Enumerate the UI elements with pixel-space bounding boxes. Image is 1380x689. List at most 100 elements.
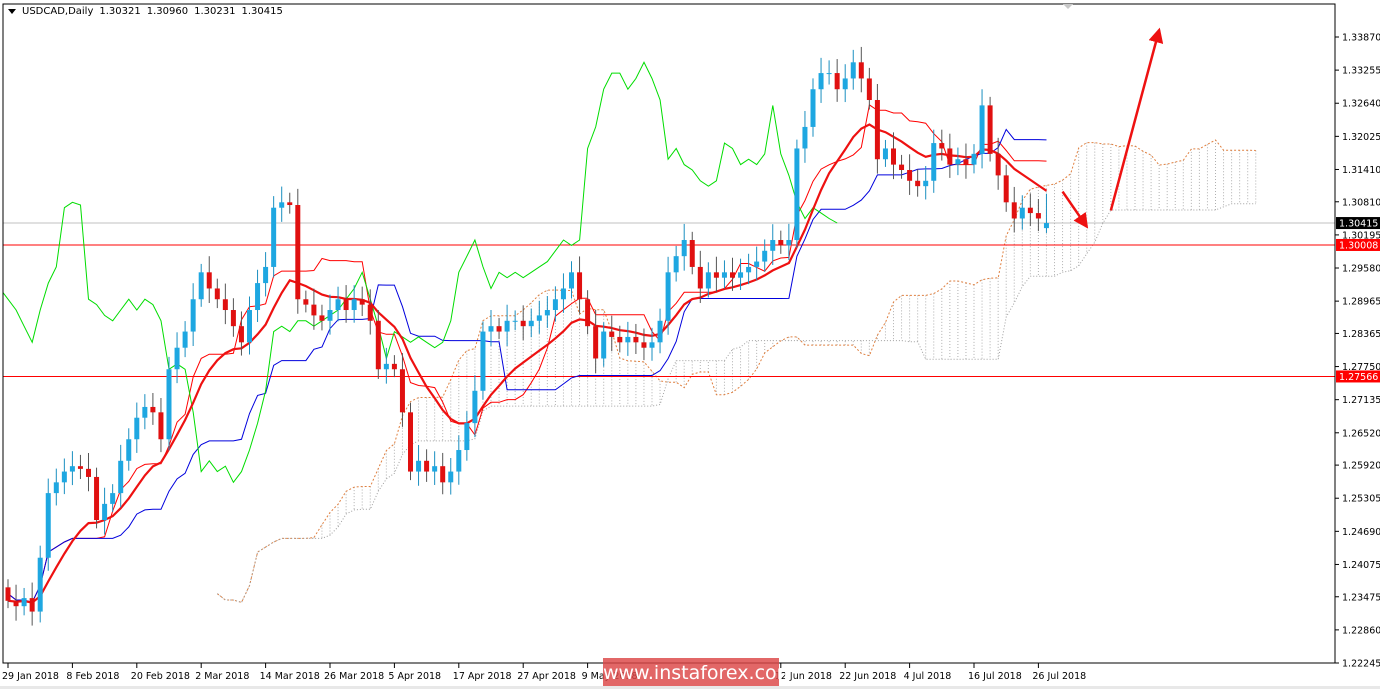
x-tick-label: 5 Apr 2018 — [388, 671, 441, 682]
candle-body — [713, 272, 719, 278]
symbol-label: USDCAD,Daily — [22, 6, 94, 17]
candle — [882, 139, 888, 167]
candle-body — [633, 336, 639, 343]
y-tick-label: 1.22245 — [1342, 659, 1380, 670]
candle — [271, 196, 277, 278]
candle — [166, 356, 172, 451]
candle-body — [794, 148, 800, 241]
candle — [802, 110, 808, 163]
current-price-tag: 1.30415 — [1339, 219, 1378, 230]
low-value: 1.30231 — [194, 6, 236, 17]
x-tick-label: 4 Jul 2018 — [904, 671, 952, 682]
candle-body — [552, 299, 558, 311]
candle — [520, 305, 526, 341]
candle-body — [150, 406, 156, 413]
candle — [206, 256, 212, 303]
plot-area — [3, 27, 1335, 626]
candle — [528, 308, 534, 338]
candle-body — [939, 143, 945, 149]
candle-body — [520, 320, 526, 327]
candle-body — [842, 78, 848, 90]
forecast-arrow — [1109, 27, 1164, 211]
candle — [416, 445, 422, 486]
y-tick-label: 1.22860 — [1342, 625, 1380, 636]
candle-body — [142, 406, 148, 418]
dropdown-triangle-icon[interactable] — [8, 9, 16, 14]
candle-body — [158, 412, 164, 440]
candle — [641, 328, 647, 361]
candle — [158, 398, 164, 453]
candle — [963, 143, 969, 179]
candle-body — [45, 493, 51, 558]
candle-body — [577, 272, 583, 300]
candle — [633, 323, 639, 355]
candle-body — [488, 326, 494, 332]
candle-body — [86, 468, 91, 477]
candle — [263, 252, 269, 297]
candle — [778, 230, 784, 254]
candle-body — [899, 164, 905, 171]
candle-body — [971, 153, 977, 165]
candle — [359, 286, 365, 316]
candle — [593, 310, 599, 374]
y-tick-label: 1.33255 — [1342, 66, 1380, 77]
candle — [102, 487, 108, 535]
candle — [770, 224, 776, 266]
candle — [1011, 186, 1017, 233]
forecast-arrow — [1061, 190, 1089, 229]
candle-body — [617, 336, 623, 343]
candle — [834, 59, 840, 102]
candle-body — [166, 369, 172, 440]
y-tick-label: 1.25305 — [1342, 494, 1380, 505]
candle — [45, 478, 51, 571]
candle-body — [810, 89, 816, 127]
candle-body — [295, 205, 301, 300]
candle-body — [560, 288, 566, 300]
candle-body — [1027, 207, 1033, 214]
candle — [585, 290, 591, 335]
candle-body — [858, 62, 864, 79]
candle-body — [923, 180, 929, 187]
candle — [21, 587, 27, 616]
chart-header: USDCAD,Daily 1.30321 1.30960 1.30231 1.3… — [8, 6, 283, 17]
candle-body — [399, 369, 405, 413]
x-tick-label: 27 Apr 2018 — [517, 671, 576, 682]
candle-body — [504, 320, 510, 332]
candle-body — [947, 148, 953, 165]
candle — [891, 132, 896, 180]
candle-body — [53, 482, 59, 494]
candle — [150, 392, 156, 425]
candle — [915, 169, 921, 197]
candle-body — [448, 471, 454, 483]
candle — [279, 186, 285, 222]
candle — [61, 458, 67, 495]
candle — [174, 332, 180, 384]
y-tick-label: 1.33870 — [1342, 33, 1380, 44]
candle — [1003, 164, 1009, 212]
x-tick-label: 20 Feb 2018 — [131, 671, 190, 682]
y-tick-label: 1.24075 — [1342, 560, 1380, 571]
y-tick-label: 1.32640 — [1342, 99, 1380, 110]
candle — [247, 296, 252, 355]
candle-body — [689, 240, 695, 267]
candle-body — [29, 598, 35, 612]
candle-body — [818, 73, 824, 90]
candle-body — [480, 331, 486, 391]
candle-body — [987, 105, 993, 154]
candle-body — [94, 476, 100, 521]
x-tick-label: 29 Jan 2018 — [2, 671, 59, 682]
candle — [126, 428, 132, 471]
candle — [37, 545, 43, 623]
candle — [907, 154, 913, 195]
candle — [327, 294, 333, 335]
high-value: 1.30960 — [146, 6, 189, 17]
candle-body — [303, 299, 309, 305]
candle — [995, 137, 1001, 190]
candle-body — [955, 159, 961, 165]
candle — [762, 239, 768, 272]
candle-body — [190, 299, 196, 332]
candle — [142, 394, 148, 430]
price-chart[interactable]: 1.33870 1.33255 1.32640 1.32025 1.31410 1.308… — [0, 0, 1380, 689]
candle-body — [5, 587, 11, 601]
candle-body — [834, 73, 840, 90]
